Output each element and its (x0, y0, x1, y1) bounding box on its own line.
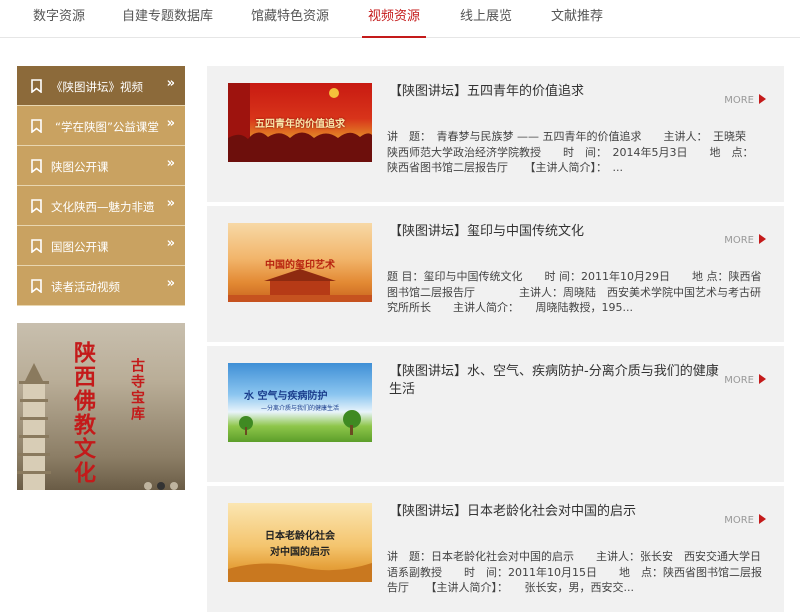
chevron-right-icon: » (166, 76, 175, 91)
more-label: MORE (724, 235, 754, 246)
video-thumbnail[interactable]: 日本老龄化社会 对中国的启示 (228, 503, 372, 582)
sidebar-item-label: 文化陕西—魅力非遗 (51, 200, 155, 214)
carousel-dot-active[interactable] (157, 482, 165, 490)
tab-custom-databases[interactable]: 自建专题数据库 (122, 5, 213, 35)
chevron-right-icon: » (166, 236, 175, 251)
sidebar-item-label: 读者活动视频 (51, 280, 120, 294)
banner-subtitle: 古寺宝库 (129, 358, 145, 422)
bookmark-icon (31, 279, 42, 293)
sidebar-item-intangible-heritage[interactable]: 文化陕西—魅力非遗 » (17, 186, 185, 226)
tab-digital-resources[interactable]: 数字资源 (33, 5, 85, 35)
chevron-right-icon: » (166, 276, 175, 291)
video-card: 水 空气与疾病防护 —分离介质与我们的健康生活 【陕图讲坛】水、空气、疾病防护-… (207, 346, 784, 482)
banner-title: 陕西佛教文化 (70, 341, 96, 485)
tab-special-collections[interactable]: 馆藏特色资源 (251, 5, 329, 35)
video-description: 讲 题：日本老龄化社会对中国的启示 主讲人：张长安 西安交通大学日语系副教授 时… (387, 550, 762, 594)
sidebar-item-label: 陕图公开课 (51, 160, 109, 174)
chevron-right-icon: » (166, 196, 175, 211)
sidebar-item-label: “学在陕图”公益课堂 (55, 120, 159, 134)
sidebar: 《陕图讲坛》视频 » “学在陕图”公益课堂 » 陕图公开课 » 文化陕西—魅力非… (17, 66, 185, 306)
sidebar-item-nlc-open-course[interactable]: 国图公开课 » (17, 226, 185, 266)
more-link[interactable]: MORE (724, 374, 766, 386)
carousel-dot[interactable] (144, 482, 152, 490)
chevron-right-icon: » (166, 156, 175, 171)
carousel-dots (144, 475, 183, 490)
promo-banner[interactable]: 陕西佛教文化 古寺宝库 (17, 323, 185, 490)
bookmark-icon (31, 159, 42, 173)
video-description: 题 目：玺印与中国传统文化 时 间：2011年10月29日 地 点：陕西省图书馆… (387, 270, 762, 314)
bookmark-icon (31, 239, 42, 253)
video-title[interactable]: 【陕图讲坛】五四青年的价值追求 (389, 83, 729, 101)
play-triangle-icon (759, 514, 766, 524)
more-link[interactable]: MORE (724, 514, 766, 526)
video-thumbnail[interactable]: 五四青年的价值追求 (228, 83, 372, 162)
sidebar-item-lecture-videos[interactable]: 《陕图讲坛》视频 » (17, 66, 185, 106)
video-title[interactable]: 【陕图讲坛】水、空气、疾病防护-分离介质与我们的健康生活 (389, 363, 729, 399)
sidebar-item-public-class[interactable]: “学在陕图”公益课堂 » (17, 106, 185, 146)
top-nav: 数字资源 自建专题数据库 馆藏特色资源 视频资源 线上展览 文献推荐 (0, 0, 800, 38)
sidebar-item-label: 国图公开课 (51, 240, 109, 254)
bookmark-icon (31, 79, 42, 93)
more-label: MORE (724, 375, 754, 386)
video-title[interactable]: 【陕图讲坛】玺印与中国传统文化 (389, 223, 729, 241)
video-title[interactable]: 【陕图讲坛】日本老龄化社会对中国的启示 (389, 503, 729, 521)
play-triangle-icon (759, 374, 766, 384)
pagoda-image (17, 363, 51, 490)
video-description: 讲 题： 青春梦与民族梦 —— 五四青年的价值追求 主讲人： 王晓荣 陕西师范大… (387, 130, 759, 174)
more-link[interactable]: MORE (724, 94, 766, 106)
thumbnail-title: 五四青年的价值追求 (255, 119, 345, 130)
more-link[interactable]: MORE (724, 234, 766, 246)
thumbnail-title: 日本老龄化社会 (265, 531, 335, 542)
sidebar-item-reader-activity-videos[interactable]: 读者活动视频 » (17, 266, 185, 306)
video-thumbnail[interactable]: 水 空气与疾病防护 —分离介质与我们的健康生活 (228, 363, 372, 442)
tab-recommended-literature[interactable]: 文献推荐 (551, 5, 603, 35)
tab-video-resources[interactable]: 视频资源 (361, 5, 427, 38)
play-triangle-icon (759, 234, 766, 244)
thumbnail-title: 水 空气与疾病防护 (244, 391, 328, 402)
play-triangle-icon (759, 94, 766, 104)
video-card: 日本老龄化社会 对中国的启示 【陕图讲坛】日本老龄化社会对中国的启示 MORE … (207, 486, 784, 612)
thumbnail-subtitle: —分离介质与我们的健康生活 (260, 405, 339, 412)
video-thumbnail[interactable]: 中国的玺印艺术 (228, 223, 372, 302)
video-card: 中国的玺印艺术 【陕图讲坛】玺印与中国传统文化 MORE 题 目：玺印与中国传统… (207, 206, 784, 342)
thumbnail-title: 中国的玺印艺术 (265, 260, 335, 271)
carousel-dot[interactable] (170, 482, 178, 490)
chevron-right-icon: » (166, 116, 175, 131)
tab-online-exhibitions[interactable]: 线上展览 (460, 5, 512, 35)
bookmark-icon (31, 119, 42, 133)
sidebar-item-open-course[interactable]: 陕图公开课 » (17, 146, 185, 186)
video-card: 五四青年的价值追求 【陕图讲坛】五四青年的价值追求 MORE 讲 题： 青春梦与… (207, 66, 784, 202)
sidebar-item-label: 《陕图讲坛》视频 (51, 80, 143, 94)
more-label: MORE (724, 95, 754, 106)
thumbnail-title-line2: 对中国的启示 (270, 547, 330, 558)
bookmark-icon (31, 199, 42, 213)
more-label: MORE (724, 515, 754, 526)
